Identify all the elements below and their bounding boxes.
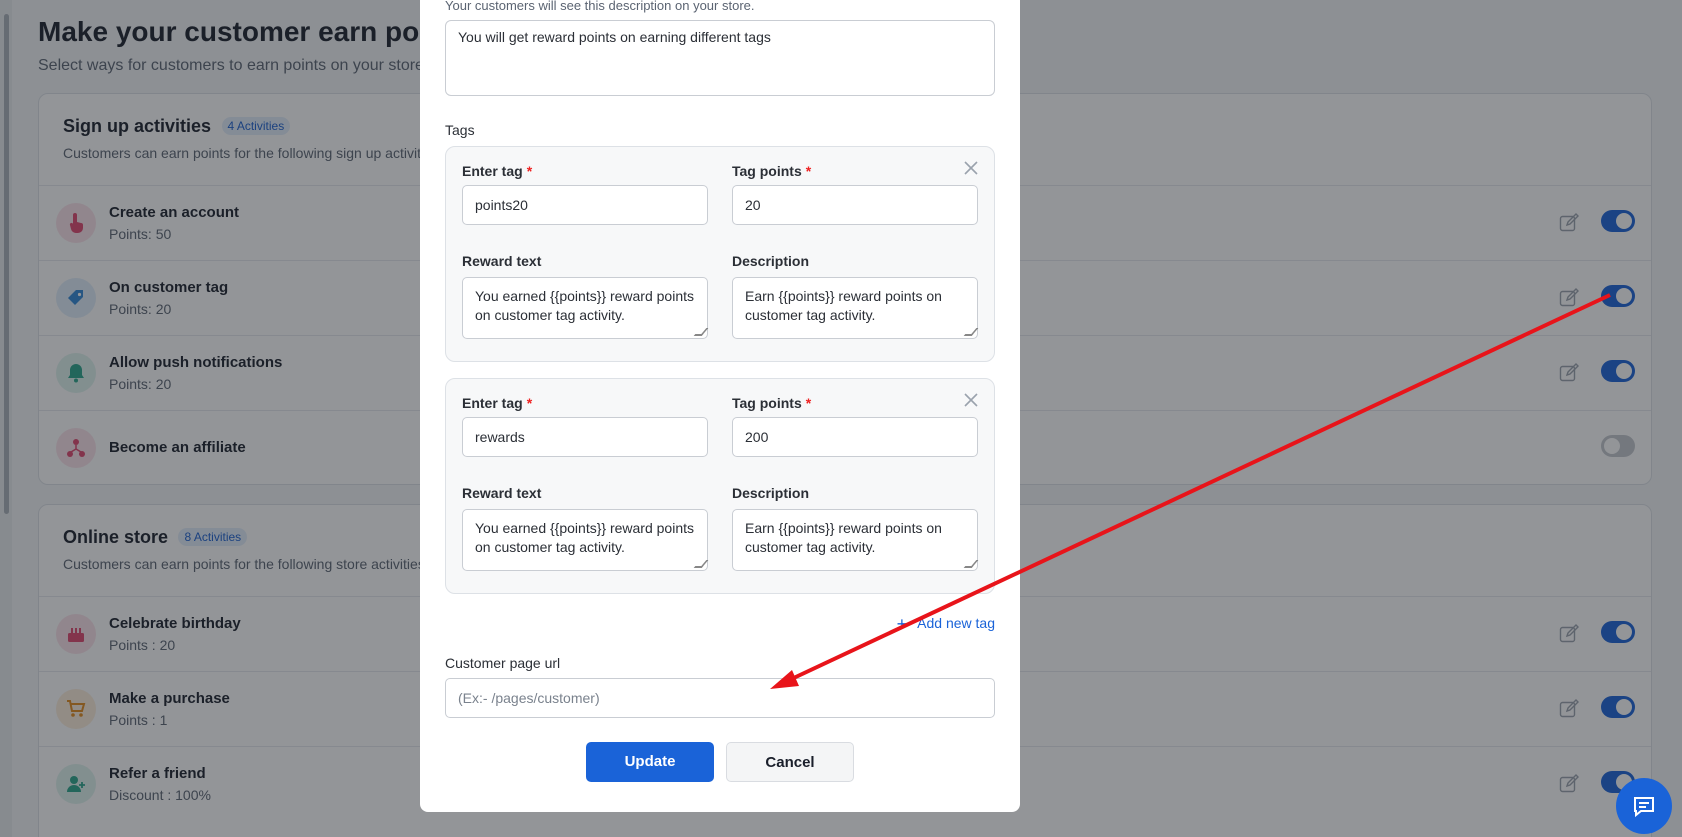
tag-input[interactable]: rewards <box>462 417 708 457</box>
reward-text-textarea[interactable]: You earned {{points}} reward points on c… <box>462 509 709 571</box>
tag-points-label: Tag points * <box>732 395 812 411</box>
cancel-button[interactable]: Cancel <box>726 742 854 782</box>
tag-input[interactable]: points20 <box>462 185 708 225</box>
update-button[interactable]: Update <box>586 742 714 782</box>
tag-entry: Enter tag * Tag points * points20 20 Rewar… <box>445 146 995 362</box>
chat-button[interactable] <box>1616 778 1672 834</box>
tag-points-label: Tag points * <box>732 163 812 179</box>
edit-activity-modal: Your customers will see this description… <box>420 0 1020 812</box>
description-label: Description <box>732 253 810 269</box>
description-textarea[interactable]: You will get reward points on earning di… <box>445 20 995 96</box>
chat-icon <box>1634 797 1654 818</box>
reward-text-label: Reward text <box>462 253 542 269</box>
tag-entry: Enter tag * Tag points * rewards 200 Rewar… <box>445 378 995 594</box>
description-label: Description <box>732 485 810 501</box>
plus-icon: + <box>896 614 908 634</box>
enter-tag-label: Enter tag * <box>462 163 533 179</box>
enter-tag-label: Enter tag * <box>462 395 533 411</box>
tag-description-textarea[interactable]: Earn {{points}} reward points on custome… <box>732 277 979 339</box>
reward-text-label: Reward text <box>462 485 542 501</box>
description-hint: Your customers will see this description… <box>445 0 755 13</box>
customer-page-url-label: Customer page url <box>445 655 561 671</box>
customer-page-url-input[interactable]: (Ex:- /pages/customer) <box>445 678 995 718</box>
tag-description-textarea[interactable]: Earn {{points}} reward points on custome… <box>732 509 979 571</box>
tags-label: Tags <box>445 122 475 138</box>
tag-points-input[interactable]: 20 <box>732 185 978 225</box>
tag-points-input[interactable]: 200 <box>732 417 978 457</box>
add-new-tag-button[interactable]: + Add new tag <box>897 614 995 635</box>
close-icon[interactable] <box>962 391 980 409</box>
close-icon[interactable] <box>962 159 980 177</box>
reward-text-textarea[interactable]: You earned {{points}} reward points on c… <box>462 277 709 339</box>
